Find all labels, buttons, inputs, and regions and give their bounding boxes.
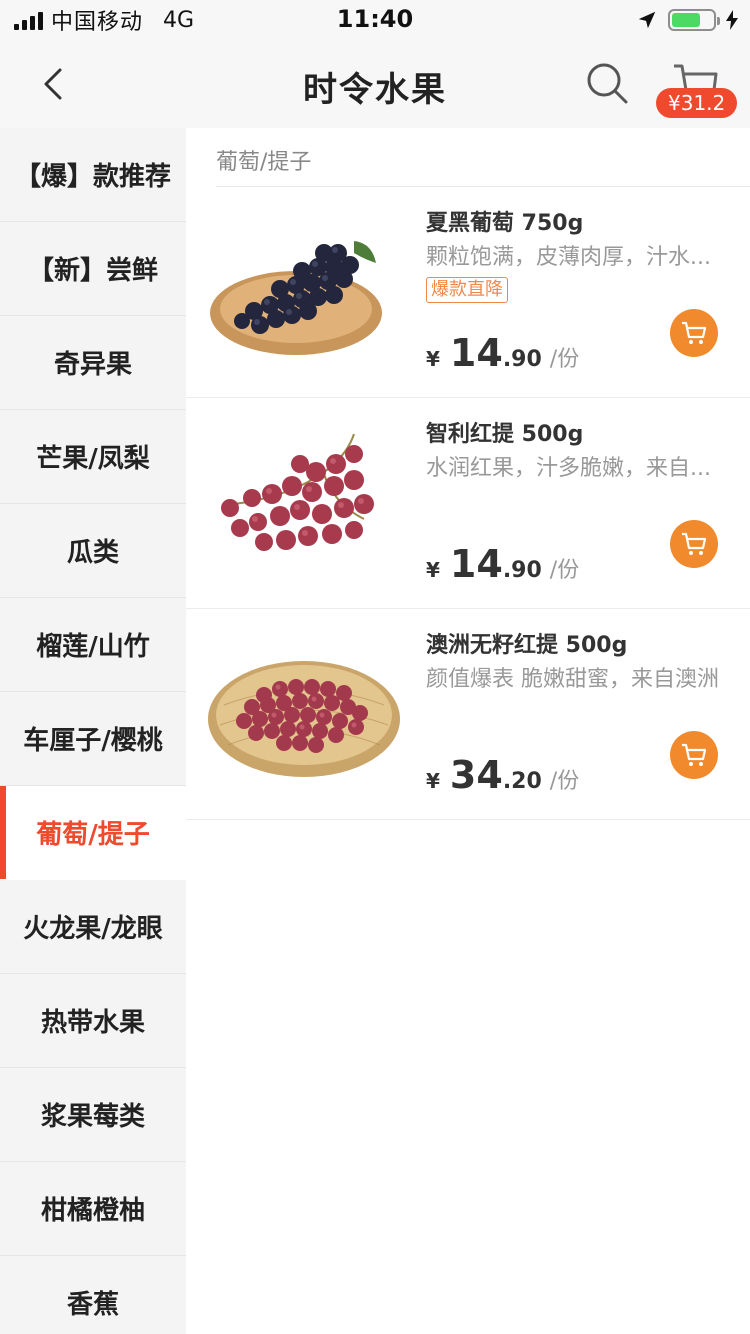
price-currency: ¥ <box>426 769 440 793</box>
category-sidebar: 【爆】款推荐 【新】尝鲜 奇异果 芒果/凤梨 瓜类 榴莲/山竹 车厘子/樱桃 葡… <box>0 128 186 1334</box>
product-description: 水润红果，汁多脆嫩，来自... <box>426 456 711 481</box>
nav-bar: 时令水果 ¥31.2 <box>0 40 750 128</box>
sidebar-item-tropical[interactable]: 热带水果 <box>0 974 186 1068</box>
sidebar-item-kiwi[interactable]: 奇异果 <box>0 316 186 410</box>
product-card[interactable]: 澳洲无籽红提 500g 颜值爆表 脆嫩甜蜜，来自澳洲 ¥ 34 .20 /份 <box>186 609 750 820</box>
price-integer: 14 <box>449 331 503 375</box>
price-unit: /份 <box>549 558 580 583</box>
product-name: 夏黑葡萄 750g <box>426 211 584 236</box>
charging-icon <box>726 10 738 30</box>
price-unit: /份 <box>549 769 580 794</box>
status-right <box>636 8 738 32</box>
price-integer: 34 <box>449 753 503 797</box>
price: ¥ 34 .20 /份 <box>426 753 579 797</box>
price-integer: 14 <box>449 542 503 586</box>
sidebar-item-mango[interactable]: 芒果/凤梨 <box>0 410 186 504</box>
sidebar-item-melon[interactable]: 瓜类 <box>0 504 186 598</box>
promo-tag: 爆款直降 <box>426 277 508 303</box>
cart-add-icon <box>682 321 707 344</box>
cart-total-badge[interactable]: ¥31.2 <box>656 88 738 118</box>
price-decimal: .90 <box>502 558 542 583</box>
sidebar-item-durian[interactable]: 榴莲/山竹 <box>0 598 186 692</box>
price-decimal: .90 <box>502 347 542 372</box>
location-icon <box>638 11 656 29</box>
search-icon[interactable] <box>584 60 630 106</box>
price: ¥ 14 .90 /份 <box>426 542 579 586</box>
battery-icon <box>668 9 720 31</box>
product-description: 颗粒饱满，皮薄肉厚，汁水... <box>426 245 711 270</box>
product-image-red-grape[interactable] <box>204 424 404 574</box>
status-bar: 中国移动 4G 11:40 <box>0 0 750 40</box>
sidebar-item-grape[interactable]: 葡萄/提子 <box>0 786 186 880</box>
price-currency: ¥ <box>426 558 440 582</box>
product-card[interactable]: 夏黑葡萄 750g 颗粒饱满，皮薄肉厚，汁水... 爆款直降 ¥ 14 .90 … <box>186 187 750 398</box>
sidebar-item-hot[interactable]: 【爆】款推荐 <box>0 128 186 222</box>
price: ¥ 14 .90 /份 <box>426 331 579 375</box>
sidebar-item-new[interactable]: 【新】尝鲜 <box>0 222 186 316</box>
page-title: 时令水果 <box>303 70 447 110</box>
product-image-black-grape[interactable] <box>204 213 404 363</box>
product-description: 颜值爆表 脆嫩甜蜜，来自澳洲 <box>426 667 719 692</box>
product-image-seedless-red-grape[interactable] <box>204 635 404 785</box>
price-unit: /份 <box>549 347 580 372</box>
sidebar-item-citrus[interactable]: 柑橘橙柚 <box>0 1162 186 1256</box>
sidebar-item-banana[interactable]: 香蕉 <box>0 1256 186 1334</box>
product-name: 智利红提 500g <box>426 422 584 447</box>
add-to-cart-button[interactable] <box>670 520 718 568</box>
sidebar-item-dragonfruit[interactable]: 火龙果/龙眼 <box>0 880 186 974</box>
section-title: 葡萄/提子 <box>216 150 312 175</box>
cart-add-icon <box>682 532 707 555</box>
add-to-cart-button[interactable] <box>670 731 718 779</box>
add-to-cart-button[interactable] <box>670 309 718 357</box>
product-list: 葡萄/提子 夏黑葡萄 750g 颗粒饱满，皮薄肉厚，汁水... 爆款直降 ¥ 1… <box>186 128 750 1334</box>
price-currency: ¥ <box>426 347 440 371</box>
product-name: 澳洲无籽红提 500g <box>426 633 628 658</box>
sidebar-item-berry[interactable]: 浆果莓类 <box>0 1068 186 1162</box>
cart-add-icon <box>682 743 707 766</box>
price-decimal: .20 <box>502 769 542 794</box>
sidebar-item-cherry[interactable]: 车厘子/樱桃 <box>0 692 186 786</box>
product-card[interactable]: 智利红提 500g 水润红果，汁多脆嫩，来自... ¥ 14 .90 /份 <box>186 398 750 609</box>
